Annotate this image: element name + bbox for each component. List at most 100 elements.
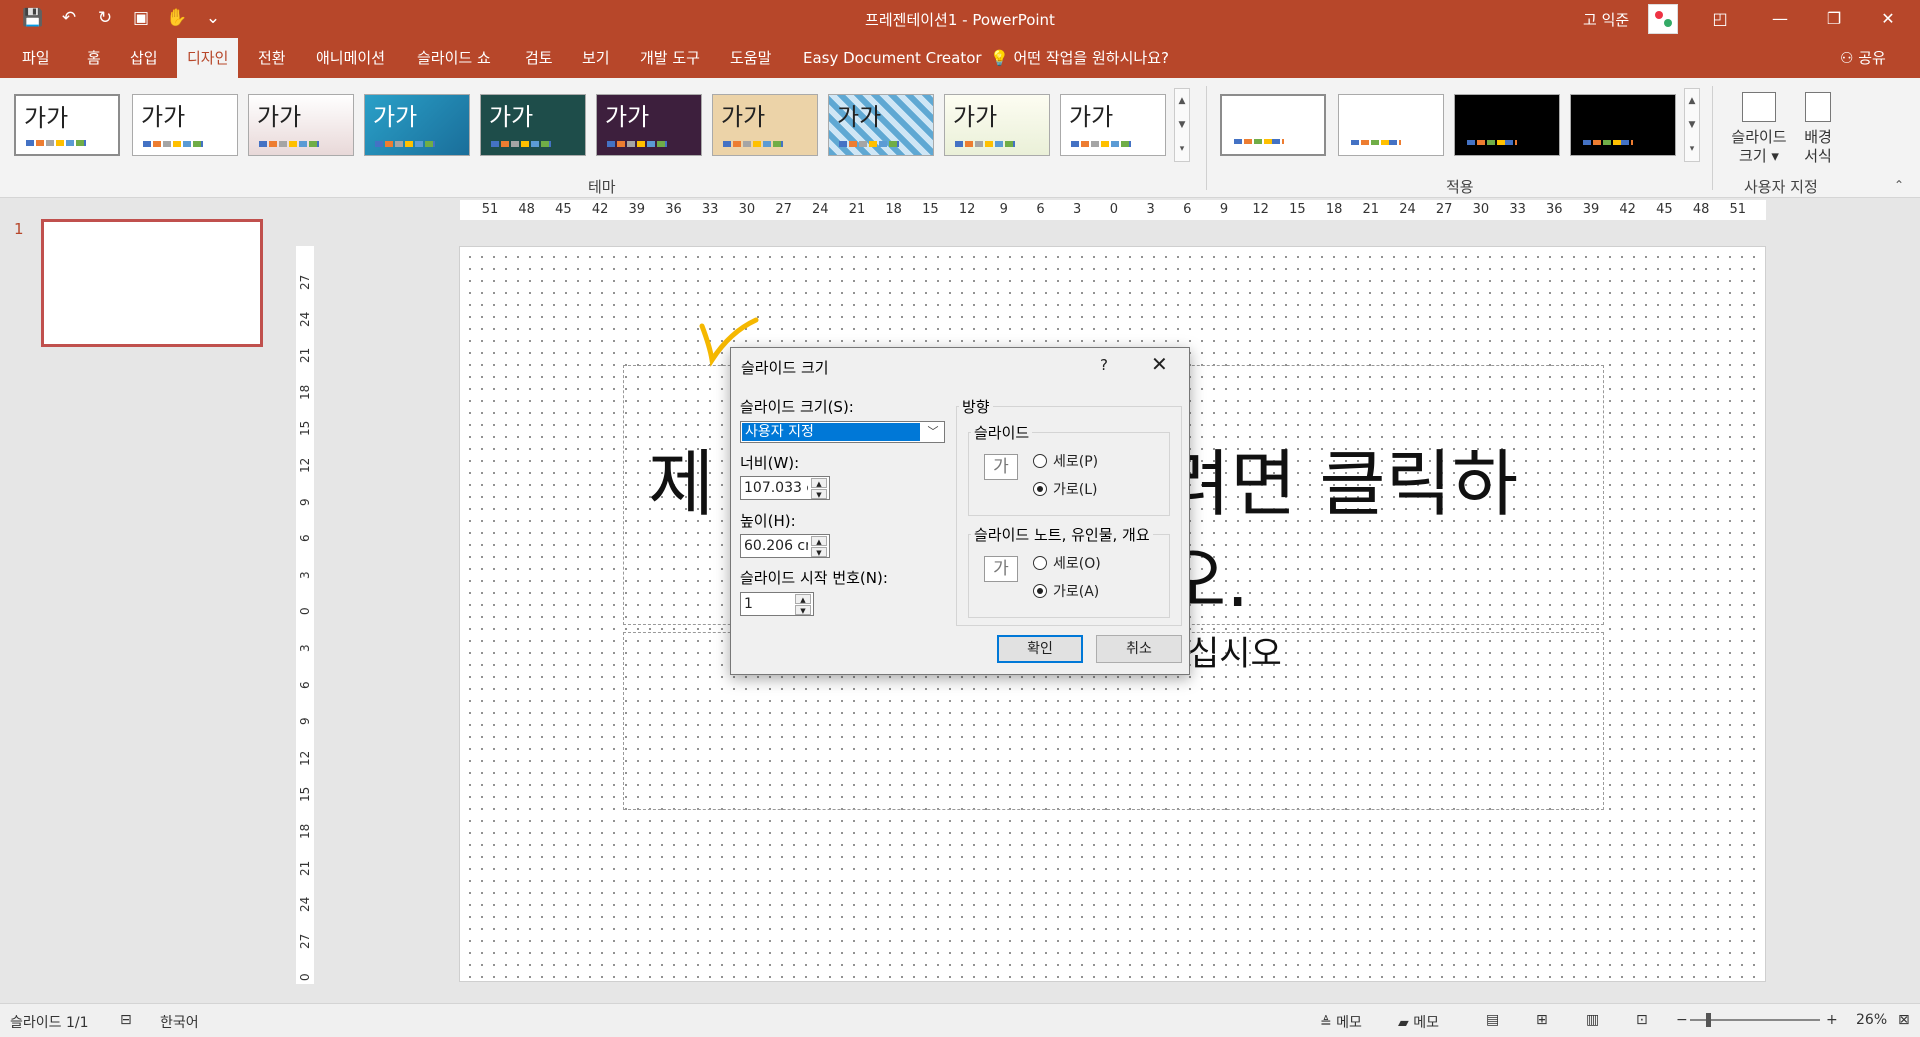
ruler-tick-label: 48 [518,202,535,217]
more-icon[interactable]: ▾ [1685,137,1699,161]
theme-sample: 가가 [257,103,302,131]
theme-3[interactable]: 가가 [248,94,354,156]
spin-down-icon[interactable]: ▼ [795,605,811,615]
subtitle-text: 십시오 [1188,634,1282,674]
slide-count[interactable]: 슬라이드 1/1 [10,1012,89,1032]
zoom-in-icon[interactable]: + [1826,1012,1838,1028]
help-icon[interactable]: ? [1100,356,1108,374]
tab-design[interactable]: 디자인 [177,38,239,78]
scroll-up-icon[interactable]: ▲ [1175,89,1189,113]
tab-animations[interactable]: 애니메이션 [306,38,395,78]
variant-gallery-scroll[interactable]: ▲ ▼ ▾ [1684,88,1700,162]
tab-slideshow[interactable]: 슬라이드 쇼 [407,38,501,78]
slide-landscape-radio[interactable]: 가로(L) [1033,479,1097,499]
variant-4[interactable] [1570,94,1676,156]
scroll-down-icon[interactable]: ▼ [1685,113,1699,137]
ok-button[interactable]: 확인 [997,635,1083,663]
spin-down-icon[interactable]: ▼ [811,547,827,557]
zoom-out-icon[interactable]: − [1676,1012,1688,1028]
ruler-tick-label: 18 [885,202,902,217]
slide-size-select[interactable]: 사용자 지정 ﹀ [740,421,945,443]
scroll-up-icon[interactable]: ▲ [1685,89,1699,113]
restore-icon[interactable]: ❐ [1814,6,1854,32]
ruler-tick-label: 30 [738,202,756,217]
ruler-tick-label: 9 [999,202,1008,217]
theme-gallery-scroll[interactable]: ▲ ▼ ▾ [1174,88,1190,162]
width-stepper[interactable]: 107.033 cm ▲ ▼ [740,476,830,500]
notes-portrait-radio[interactable]: 세로(O) [1033,553,1101,573]
lightbulb-icon: 💡 [990,49,1014,67]
notes-landscape-radio[interactable]: 가로(A) [1033,581,1099,601]
height-value[interactable]: 60.206 cm [744,538,808,554]
slideshow-icon[interactable]: ⊡ [1636,1012,1648,1028]
variant-3[interactable] [1454,94,1560,156]
close-icon[interactable]: ✕ [1151,352,1168,376]
user-name[interactable]: 고 익준 [1583,9,1629,30]
theme-10[interactable]: 가가 [1060,94,1166,156]
tab-file[interactable]: 파일 [12,38,60,78]
spin-up-icon[interactable]: ▲ [795,594,811,604]
chevron-down-icon[interactable]: ﹀ [923,423,943,441]
tab-easy-document-creator[interactable]: Easy Document Creator [793,38,992,78]
tab-insert[interactable]: 삽입 [120,38,168,78]
theme-4[interactable]: 가가 [364,94,470,156]
avatar[interactable] [1648,4,1678,34]
tab-home[interactable]: 홈 [77,38,111,78]
theme-office[interactable]: 가가 [14,94,120,156]
spin-up-icon[interactable]: ▲ [811,536,827,546]
theme-6[interactable]: 가가 [596,94,702,156]
variant-1[interactable] [1220,94,1326,156]
ruler-tick-label: 36 [1546,202,1563,217]
ruler-tick-label: 15 [1289,202,1306,217]
share-button[interactable]: ⚇ 공유 [1840,38,1886,78]
reading-view-icon[interactable]: ▥ [1586,1012,1599,1028]
more-icon[interactable]: ▾ [1175,137,1189,161]
cancel-button[interactable]: 취소 [1096,635,1182,663]
slide-portrait-radio[interactable]: 세로(P) [1033,451,1098,471]
theme-sample: 가가 [837,103,882,131]
theme-7[interactable]: 가가 [712,94,818,156]
tell-me-box[interactable]: 💡 어떤 작업을 원하시나요? [990,38,1169,78]
ruler-tick-label: 9 [298,497,312,506]
format-background-button[interactable]: 배경 서식 [1796,92,1840,166]
spelling-icon[interactable]: ⊟ [120,1012,132,1028]
tab-transitions[interactable]: 전환 [248,38,296,78]
ruler-tick-label: 3 [1073,202,1082,217]
width-value[interactable]: 107.033 cm [744,480,808,496]
slide-sorter-icon[interactable]: ⊞ [1536,1012,1548,1028]
language[interactable]: 한국어 [160,1012,199,1032]
zoom-level[interactable]: 26% [1856,1012,1887,1028]
tab-developer[interactable]: 개발 도구 [630,38,710,78]
comments-button[interactable]: ▰ 메모 [1398,1012,1439,1032]
normal-view-icon[interactable]: ▤ [1486,1012,1499,1028]
slide-thumbnail[interactable] [41,219,263,347]
close-icon[interactable]: ✕ [1868,6,1908,32]
theme-2[interactable]: 가가 [132,94,238,156]
themes-group-label: 테마 [588,178,616,196]
variant-2[interactable] [1338,94,1444,156]
theme-5[interactable]: 가가 [480,94,586,156]
radio-circle [1033,556,1047,570]
ruler-tick-label: 45 [555,202,572,217]
tab-review[interactable]: 검토 [515,38,563,78]
format-background-label-line2: 서식 [1804,147,1832,165]
ruler-tick-label: 21 [298,859,312,876]
spin-up-icon[interactable]: ▲ [811,478,827,488]
theme-8[interactable]: 가가 [828,94,934,156]
collapse-ribbon-icon[interactable]: ⌃ [1894,178,1904,192]
notes-button[interactable]: ≜ 메모 [1320,1012,1362,1032]
tab-help[interactable]: 도움말 [720,38,781,78]
height-stepper[interactable]: 60.206 cm ▲ ▼ [740,534,830,558]
zoom-slider-thumb[interactable] [1706,1013,1711,1027]
theme-9[interactable]: 가가 [944,94,1050,156]
spin-down-icon[interactable]: ▼ [811,489,827,499]
theme-colors [607,141,667,147]
tab-view[interactable]: 보기 [572,38,620,78]
start-number-stepper[interactable]: 1 ▲ ▼ [740,592,814,616]
ruler-tick-label: 36 [665,202,682,217]
fit-slide-icon[interactable]: ⊠ [1898,1012,1910,1028]
minimize-icon[interactable]: — [1760,6,1800,32]
scroll-down-icon[interactable]: ▼ [1175,113,1189,137]
ribbon-display-icon[interactable]: ◰ [1700,6,1740,32]
slide-size-button[interactable]: 슬라이드 크기 ▾ [1724,92,1794,166]
